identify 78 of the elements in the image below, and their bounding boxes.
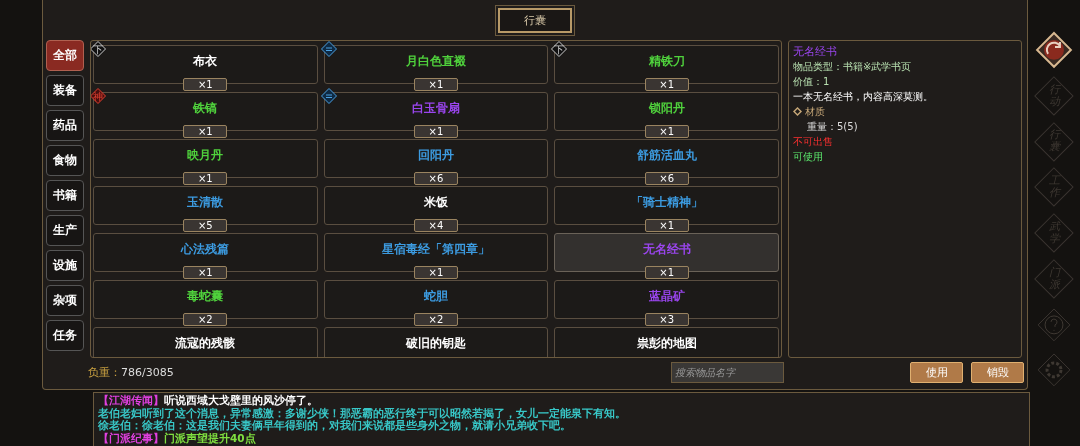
- item-name: 破旧的钥匙: [406, 335, 466, 349]
- item-slot[interactable]: 破旧的钥匙: [323, 327, 549, 357]
- item-name: 祟彭的地图: [636, 335, 697, 349]
- grade-icon: [320, 41, 337, 57]
- sell-status: 不可出售: [793, 135, 834, 149]
- log-tag: 【江湖传闻】: [98, 394, 164, 407]
- log-text: 门派声望提升40点: [164, 431, 256, 444]
- log-tag: 【门派纪事】: [98, 431, 164, 444]
- back-icon[interactable]: [1034, 30, 1074, 70]
- quantity-badge: ×1: [183, 125, 228, 138]
- item-name: 回阳丹: [418, 147, 454, 161]
- item-name: 蓝晶矿: [648, 288, 685, 302]
- category-tab[interactable]: 书籍: [46, 180, 84, 211]
- load-label: 负重：: [88, 364, 121, 380]
- quantity-badge: ×6: [414, 172, 458, 185]
- quantity-badge: ×1: [183, 266, 228, 279]
- item-name: 锁阳丹: [648, 100, 685, 114]
- item-slot[interactable]: 祟彭的地图: [554, 327, 779, 357]
- category-tab[interactable]: 食物: [46, 145, 84, 176]
- quantity-badge: ×5: [183, 219, 228, 232]
- category-tab[interactable]: 药品: [46, 110, 84, 141]
- load-value: 786/3085: [121, 365, 174, 379]
- item-name: 心法残篇: [181, 241, 230, 255]
- quantity-badge: ×1: [183, 78, 228, 91]
- quantity-badge: ×1: [414, 78, 458, 91]
- log-text: 徐老伯：徐老伯：这是我们夫妻俩早年得到的，对我们来说都是些身外之物，就请小兄弟收下吧。: [98, 419, 571, 432]
- quantity-badge: ×1: [414, 125, 458, 138]
- item-name: 玉清散: [187, 194, 224, 208]
- item-value: 价值：1: [793, 75, 831, 89]
- quantity-badge: ×1: [414, 266, 458, 279]
- diamond-icon: [793, 107, 802, 116]
- quantity-badge: ×1: [644, 219, 689, 232]
- item-name: 无名经书: [642, 241, 691, 255]
- item-name: 流寇的残骸: [175, 335, 236, 349]
- quantity-badge: ×1: [183, 172, 228, 185]
- item-name: 毒蛇囊: [187, 288, 224, 302]
- action-button[interactable]: 使用: [910, 361, 963, 383]
- item-name: 「骑士精神」: [630, 194, 703, 208]
- use-status: 可使用: [793, 150, 824, 164]
- category-tab[interactable]: 任务: [46, 320, 84, 351]
- item-name: 蛇胆: [424, 288, 448, 302]
- item-name: 舒筋活血丸: [636, 147, 697, 161]
- item-name: 星宿毒经「第四章」: [382, 241, 490, 255]
- item-description: 一本无名经书，内容高深莫测。: [793, 90, 934, 104]
- quantity-badge: ×4: [414, 219, 458, 232]
- item-name: 米饭: [424, 194, 448, 208]
- item-name: 月白色直裰: [406, 53, 466, 67]
- item-type: 物品类型：书籍※武学书页: [793, 60, 913, 74]
- quantity-badge: ×1: [644, 78, 689, 91]
- category-tab[interactable]: 生产: [46, 215, 84, 246]
- item-title: 无名经书: [793, 44, 838, 59]
- grade-icon: 下: [91, 41, 106, 57]
- section-label: 材质: [805, 105, 825, 119]
- quantity-badge: ×1: [644, 266, 689, 279]
- log-text: 听说西域大戈壁里的风沙停了。: [164, 394, 318, 407]
- item-name: 铁镐: [193, 100, 218, 114]
- action-button[interactable]: 销毁: [971, 361, 1024, 383]
- item-name: 映月丹: [187, 147, 224, 161]
- item-name: 布衣: [193, 53, 218, 67]
- category-tab[interactable]: 全部: [46, 40, 84, 71]
- window-title: 行囊: [498, 7, 572, 33]
- grade-icon: [320, 88, 337, 104]
- category-tab[interactable]: 设施: [46, 250, 84, 281]
- item-name: 白玉骨扇: [412, 100, 460, 114]
- quantity-badge: ×6: [644, 172, 689, 185]
- category-tab[interactable]: 杂项: [46, 285, 84, 316]
- item-slot[interactable]: 流寇的残骸: [93, 327, 318, 357]
- grade-icon: 神: [91, 88, 106, 104]
- quantity-badge: ×2: [183, 313, 228, 326]
- grade-icon: 下: [551, 41, 568, 57]
- quantity-badge: ×3: [644, 313, 689, 326]
- quantity-badge: ×1: [644, 125, 689, 138]
- search-field[interactable]: 搜索物品名字: [671, 361, 784, 383]
- log-text: 老伯老妇听到了这个消息，异常感激：多谢少侠！那恶霸的恶行终于可以昭然若揭了，女儿一定能泉下有知。: [98, 406, 626, 419]
- item-name: 精铁刀: [648, 53, 685, 67]
- item-weight: 重量：5(5): [806, 120, 859, 134]
- quantity-badge: ×2: [414, 313, 458, 326]
- category-tab[interactable]: 装备: [46, 75, 84, 106]
